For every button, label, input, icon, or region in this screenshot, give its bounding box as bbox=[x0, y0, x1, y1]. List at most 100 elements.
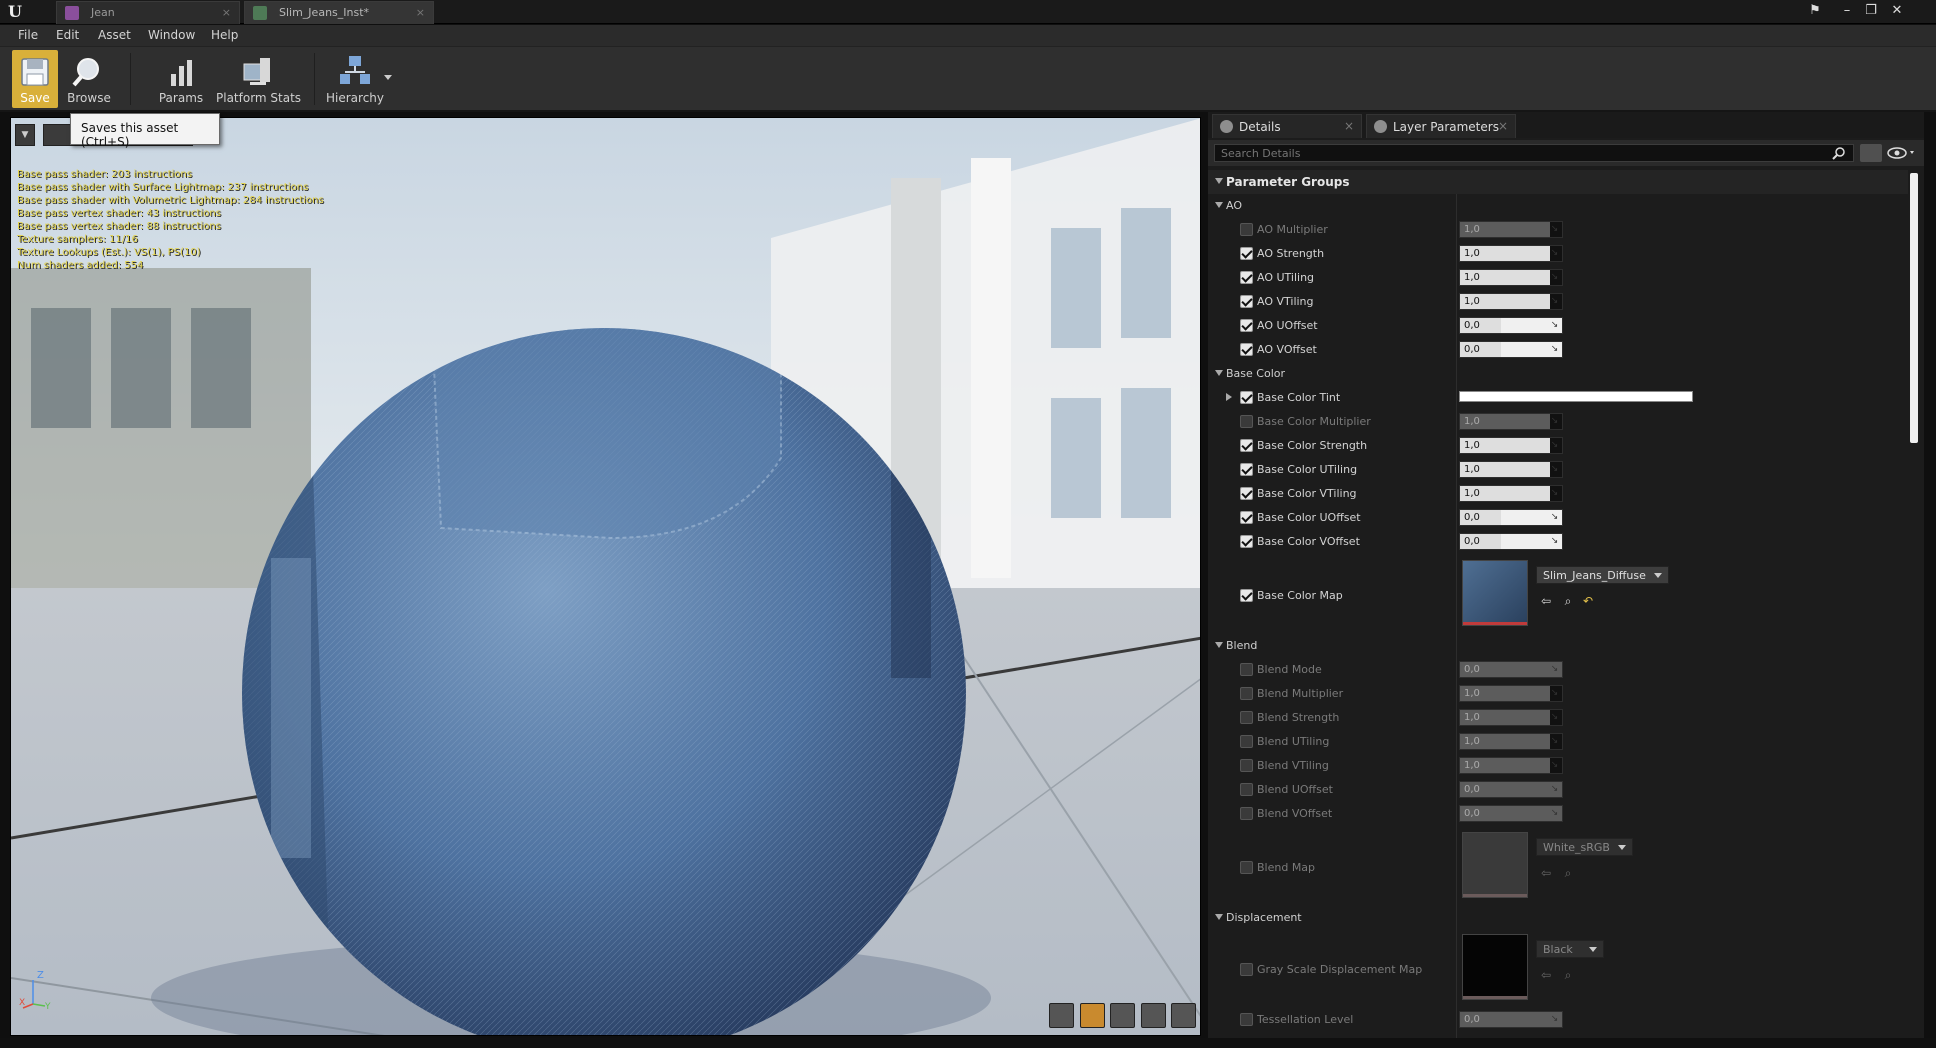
close-icon[interactable]: × bbox=[1344, 119, 1354, 133]
collapse-arrow-icon[interactable] bbox=[1215, 202, 1223, 208]
override-checkbox[interactable] bbox=[1240, 295, 1253, 308]
material-preview-viewport[interactable]: ▼ Base pass shader: 203 instructions Bas… bbox=[10, 117, 1201, 1036]
group-base-color-header[interactable]: Base Color bbox=[1208, 362, 1908, 386]
menu-file[interactable]: File bbox=[18, 28, 38, 42]
viewport-options-button[interactable]: ▼ bbox=[15, 124, 35, 146]
reset-to-default-icon[interactable]: ↶ bbox=[1580, 594, 1596, 608]
reset-arrow-icon[interactable]: ↘ bbox=[1549, 344, 1560, 355]
override-checkbox[interactable] bbox=[1240, 861, 1253, 874]
override-checkbox[interactable] bbox=[1240, 759, 1253, 772]
reset-arrow-icon[interactable]: ↘ bbox=[1549, 1014, 1560, 1025]
doc-tab-jean[interactable]: Jean × bbox=[56, 1, 240, 24]
reset-arrow-icon[interactable]: ↘ bbox=[1549, 224, 1560, 235]
doc-tab-slim-jeans-inst[interactable]: Slim_Jeans_Inst* × bbox=[244, 1, 434, 24]
expand-arrow-icon[interactable] bbox=[1226, 393, 1232, 401]
override-checkbox[interactable] bbox=[1240, 535, 1253, 548]
numeric-spinbox[interactable]: 1,0 ↘ bbox=[1459, 437, 1563, 454]
reset-arrow-icon[interactable]: ↘ bbox=[1549, 440, 1560, 451]
search-details-input[interactable] bbox=[1214, 144, 1854, 162]
menu-edit[interactable]: Edit bbox=[56, 28, 79, 42]
override-checkbox[interactable] bbox=[1240, 223, 1253, 236]
bug-report-icon[interactable]: ⚑ bbox=[1804, 2, 1826, 20]
group-ao-header[interactable]: AO bbox=[1208, 194, 1908, 218]
eye-icon[interactable] bbox=[1886, 145, 1918, 161]
texture-asset-combo[interactable]: White_sRGB bbox=[1536, 838, 1633, 856]
numeric-spinbox[interactable]: 0,0 ↘ bbox=[1459, 1011, 1563, 1028]
override-checkbox[interactable] bbox=[1240, 1013, 1253, 1026]
cylinder-preview-icon[interactable] bbox=[1049, 1003, 1074, 1028]
use-selected-asset-icon[interactable]: ⇦ bbox=[1538, 866, 1554, 880]
override-checkbox[interactable] bbox=[1240, 711, 1253, 724]
close-icon[interactable]: × bbox=[1498, 119, 1508, 133]
numeric-spinbox[interactable]: 1,0 ↘ bbox=[1459, 485, 1563, 502]
reset-arrow-icon[interactable]: ↘ bbox=[1549, 416, 1560, 427]
group-blend-header[interactable]: Blend bbox=[1208, 634, 1908, 658]
override-checkbox[interactable] bbox=[1240, 343, 1253, 356]
reset-arrow-icon[interactable]: ↘ bbox=[1549, 808, 1560, 819]
texture-thumbnail[interactable] bbox=[1462, 934, 1528, 1000]
override-checkbox[interactable] bbox=[1240, 319, 1253, 332]
minimize-icon[interactable]: – bbox=[1836, 2, 1858, 20]
reset-arrow-icon[interactable]: ↘ bbox=[1549, 712, 1560, 723]
override-checkbox[interactable] bbox=[1240, 783, 1253, 796]
search-icon[interactable] bbox=[1832, 146, 1846, 160]
browse-button[interactable]: Browse bbox=[66, 50, 112, 108]
tab-details[interactable]: Details × bbox=[1212, 114, 1362, 138]
override-checkbox[interactable] bbox=[1240, 589, 1253, 602]
numeric-spinbox[interactable]: 1,0 ↘ bbox=[1459, 461, 1563, 478]
numeric-spinbox[interactable]: 1,0 ↘ bbox=[1459, 685, 1563, 702]
texture-asset-combo[interactable]: Slim_Jeans_Diffuse bbox=[1536, 566, 1669, 584]
close-window-icon[interactable]: ✕ bbox=[1886, 2, 1908, 20]
numeric-spinbox[interactable]: 0,0 ↘ bbox=[1459, 805, 1563, 822]
hierarchy-button[interactable]: Hierarchy bbox=[326, 50, 384, 108]
override-checkbox[interactable] bbox=[1240, 391, 1253, 404]
reset-arrow-icon[interactable]: ↘ bbox=[1549, 488, 1560, 499]
params-button[interactable]: Params bbox=[156, 50, 206, 108]
collapse-arrow-icon[interactable] bbox=[1215, 370, 1223, 376]
reset-arrow-icon[interactable]: ↘ bbox=[1549, 320, 1560, 331]
restore-icon[interactable]: ❐ bbox=[1860, 2, 1882, 20]
reset-arrow-icon[interactable]: ↘ bbox=[1549, 296, 1560, 307]
override-checkbox[interactable] bbox=[1240, 807, 1253, 820]
override-checkbox[interactable] bbox=[1240, 271, 1253, 284]
numeric-spinbox[interactable]: 1,0 ↘ bbox=[1459, 221, 1563, 238]
texture-thumbnail[interactable] bbox=[1462, 560, 1528, 626]
numeric-spinbox[interactable]: 1,0 ↘ bbox=[1459, 733, 1563, 750]
numeric-spinbox[interactable]: 0,0 ↘ bbox=[1459, 781, 1563, 798]
reset-arrow-icon[interactable]: ↘ bbox=[1549, 536, 1560, 547]
reset-arrow-icon[interactable]: ↘ bbox=[1549, 248, 1560, 259]
reset-arrow-icon[interactable]: ↘ bbox=[1549, 272, 1560, 283]
close-icon[interactable]: × bbox=[222, 6, 231, 19]
collapse-arrow-icon[interactable] bbox=[1215, 914, 1223, 920]
numeric-spinbox[interactable]: 1,0 ↘ bbox=[1459, 245, 1563, 262]
reset-arrow-icon[interactable]: ↘ bbox=[1549, 464, 1560, 475]
texture-thumbnail[interactable] bbox=[1462, 832, 1528, 898]
scrollbar-thumb[interactable] bbox=[1910, 173, 1918, 443]
numeric-spinbox[interactable]: 1,0 ↘ bbox=[1459, 269, 1563, 286]
menu-asset[interactable]: Asset bbox=[98, 28, 131, 42]
override-checkbox[interactable] bbox=[1240, 487, 1253, 500]
texture-asset-combo[interactable]: Black bbox=[1536, 940, 1604, 958]
browse-asset-icon[interactable]: ⌕ bbox=[1560, 866, 1576, 880]
numeric-spinbox[interactable]: 1,0 ↘ bbox=[1459, 293, 1563, 310]
numeric-spinbox[interactable]: 0,0 ↘ bbox=[1459, 317, 1563, 334]
cube-preview-icon[interactable] bbox=[1140, 1003, 1166, 1028]
numeric-spinbox[interactable]: 0,0 ↘ bbox=[1459, 341, 1563, 358]
reset-arrow-icon[interactable]: ↘ bbox=[1549, 784, 1560, 795]
numeric-spinbox[interactable]: 0,0 ↘ bbox=[1459, 661, 1563, 678]
tab-layer-parameters[interactable]: Layer Parameters × bbox=[1366, 114, 1516, 138]
parameter-groups-header[interactable]: Parameter Groups bbox=[1208, 170, 1908, 194]
override-checkbox[interactable] bbox=[1240, 439, 1253, 452]
override-checkbox[interactable] bbox=[1240, 963, 1253, 976]
numeric-spinbox[interactable]: 0,0 ↘ bbox=[1459, 509, 1563, 526]
view-options-grid-icon[interactable] bbox=[1860, 144, 1882, 162]
use-selected-asset-icon[interactable]: ⇦ bbox=[1538, 968, 1554, 982]
platform-stats-button[interactable]: Platform Stats bbox=[216, 50, 301, 108]
menu-help[interactable]: Help bbox=[211, 28, 238, 42]
hierarchy-dropdown-icon[interactable] bbox=[384, 75, 392, 80]
override-checkbox[interactable] bbox=[1240, 463, 1253, 476]
override-checkbox[interactable] bbox=[1240, 663, 1253, 676]
override-checkbox[interactable] bbox=[1240, 511, 1253, 524]
close-icon[interactable]: × bbox=[416, 6, 425, 19]
menu-window[interactable]: Window bbox=[148, 28, 195, 42]
